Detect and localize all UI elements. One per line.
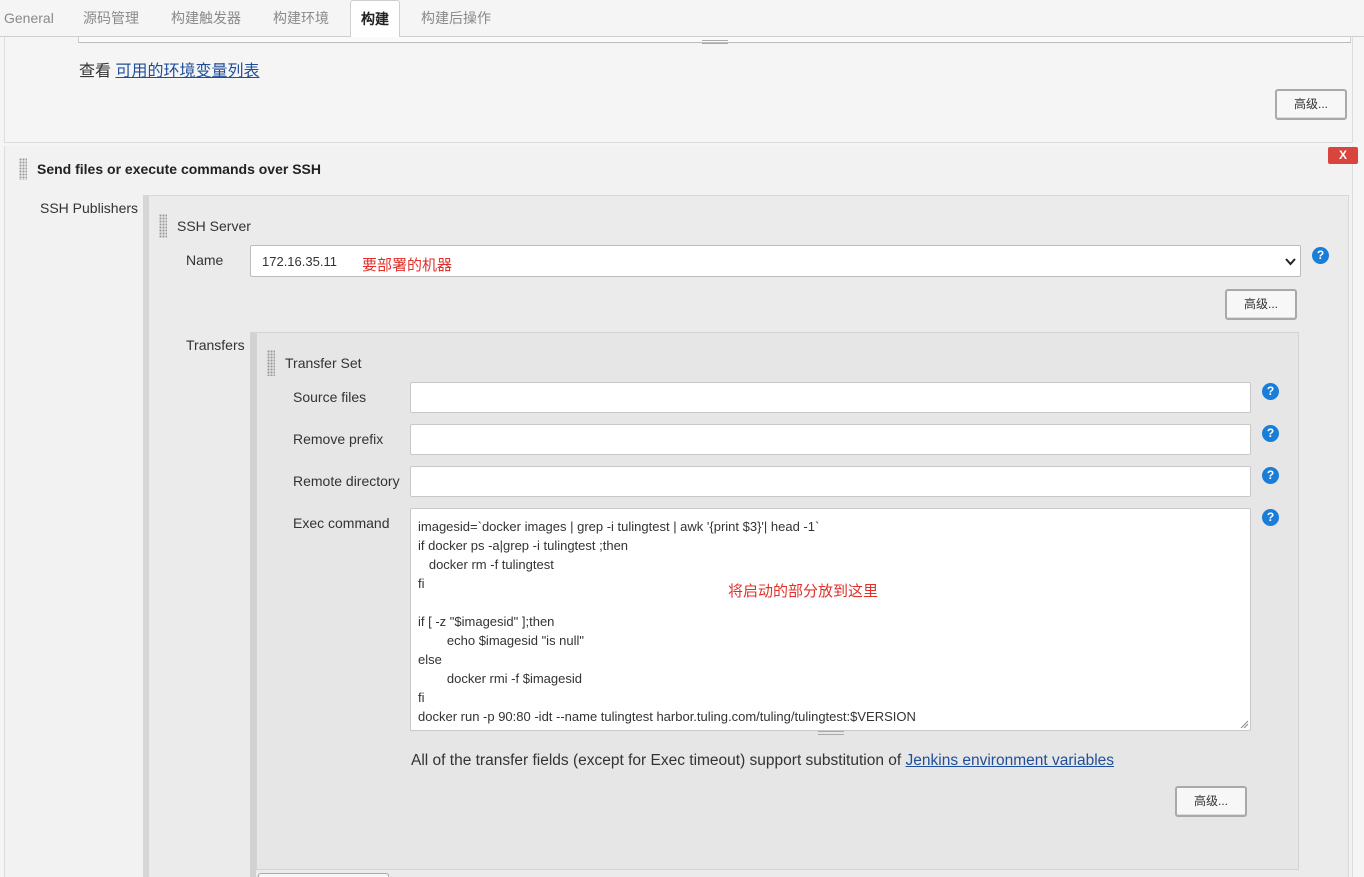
exec-annotation: 将启动的部分放到这里 <box>728 583 879 600</box>
resize-grip-icon[interactable] <box>1240 720 1249 729</box>
exec-line: fi <box>418 690 425 705</box>
chevron-down-icon <box>1285 258 1296 266</box>
substitution-note-line: All of the transfer fields (except for E… <box>411 752 1114 770</box>
server-drag-handle-icon[interactable] <box>159 214 167 238</box>
transfer-set-title: Transfer Set <box>285 355 362 371</box>
env-vars-line: 查看 可用的环境变量列表 <box>79 57 259 81</box>
exec-command-label: Exec command <box>293 515 390 531</box>
source-files-input[interactable] <box>410 382 1251 413</box>
tab-build-environment[interactable]: 构建环境 <box>263 0 339 37</box>
substitution-note: All of the transfer fields (except for E… <box>411 752 902 769</box>
help-icon-remote-directory[interactable]: ? <box>1262 467 1279 484</box>
remote-directory-label: Remote directory <box>293 473 400 489</box>
tab-general[interactable]: General <box>0 0 64 37</box>
help-icon-source-files[interactable]: ? <box>1262 383 1279 400</box>
view-prefix: 查看 <box>79 63 112 80</box>
ssh-section-title: Send files or execute commands over SSH <box>37 161 321 177</box>
advanced-button-server[interactable]: 高级... <box>1225 289 1297 320</box>
server-annotation: 要部署的机器 <box>362 257 453 274</box>
add-transfer-set-button[interactable] <box>258 873 389 877</box>
advanced-button-top[interactable]: 高级... <box>1275 89 1347 120</box>
transfer-drag-handle-icon[interactable] <box>267 350 275 376</box>
textarea-resize-handle[interactable] <box>818 731 844 735</box>
help-icon-exec-command[interactable]: ? <box>1262 509 1279 526</box>
tab-build-triggers[interactable]: 构建触发器 <box>161 0 251 37</box>
exec-line: if [ -z "$imagesid" ];then <box>418 614 555 629</box>
tab-post-build[interactable]: 构建后操作 <box>411 0 501 37</box>
advanced-button-transfer[interactable]: 高级... <box>1175 786 1247 817</box>
exec-line: imagesid=`docker images | grep -i tuling… <box>418 519 820 534</box>
exec-line: docker run -p 90:80 -idt --name tulingte… <box>418 709 916 724</box>
exec-command-textarea[interactable]: imagesid=`docker images | grep -i tuling… <box>410 508 1251 731</box>
name-label: Name <box>186 252 224 268</box>
resize-handle[interactable] <box>702 40 728 44</box>
jenkins-env-vars-link[interactable]: Jenkins environment variables <box>906 752 1115 769</box>
help-icon[interactable]: ? <box>1312 247 1329 264</box>
transfers-label: Transfers <box>186 337 245 353</box>
ssh-publishers-label: SSH Publishers <box>40 200 139 216</box>
previous-build-step <box>4 37 1353 143</box>
drag-handle-icon[interactable] <box>19 158 27 180</box>
exec-command-lines: imagesid=`docker images | grep -i tuling… <box>418 517 916 726</box>
exec-line: else <box>418 652 442 667</box>
source-files-label: Source files <box>293 389 367 405</box>
remote-directory-input[interactable] <box>410 466 1251 497</box>
delete-step-button[interactable]: X <box>1328 147 1358 164</box>
ssh-server-title: SSH Server <box>177 218 251 234</box>
exec-line: echo $imagesid "is null" <box>418 633 585 648</box>
tab-build[interactable]: 构建 <box>350 0 400 38</box>
exec-line: docker rm -f tulingtest <box>418 557 554 572</box>
tab-source-management[interactable]: 源码管理 <box>73 0 149 37</box>
remove-prefix-label: Remove prefix <box>293 431 384 447</box>
exec-line: if docker ps -a|grep -i tulingtest ;then <box>418 538 629 553</box>
exec-line: docker rmi -f $imagesid <box>418 671 582 686</box>
env-vars-link[interactable]: 可用的环境变量列表 <box>115 63 259 80</box>
remove-prefix-input[interactable] <box>410 424 1251 455</box>
server-name-value: 172.16.35.11 <box>262 254 337 269</box>
help-icon-remove-prefix[interactable]: ? <box>1262 425 1279 442</box>
